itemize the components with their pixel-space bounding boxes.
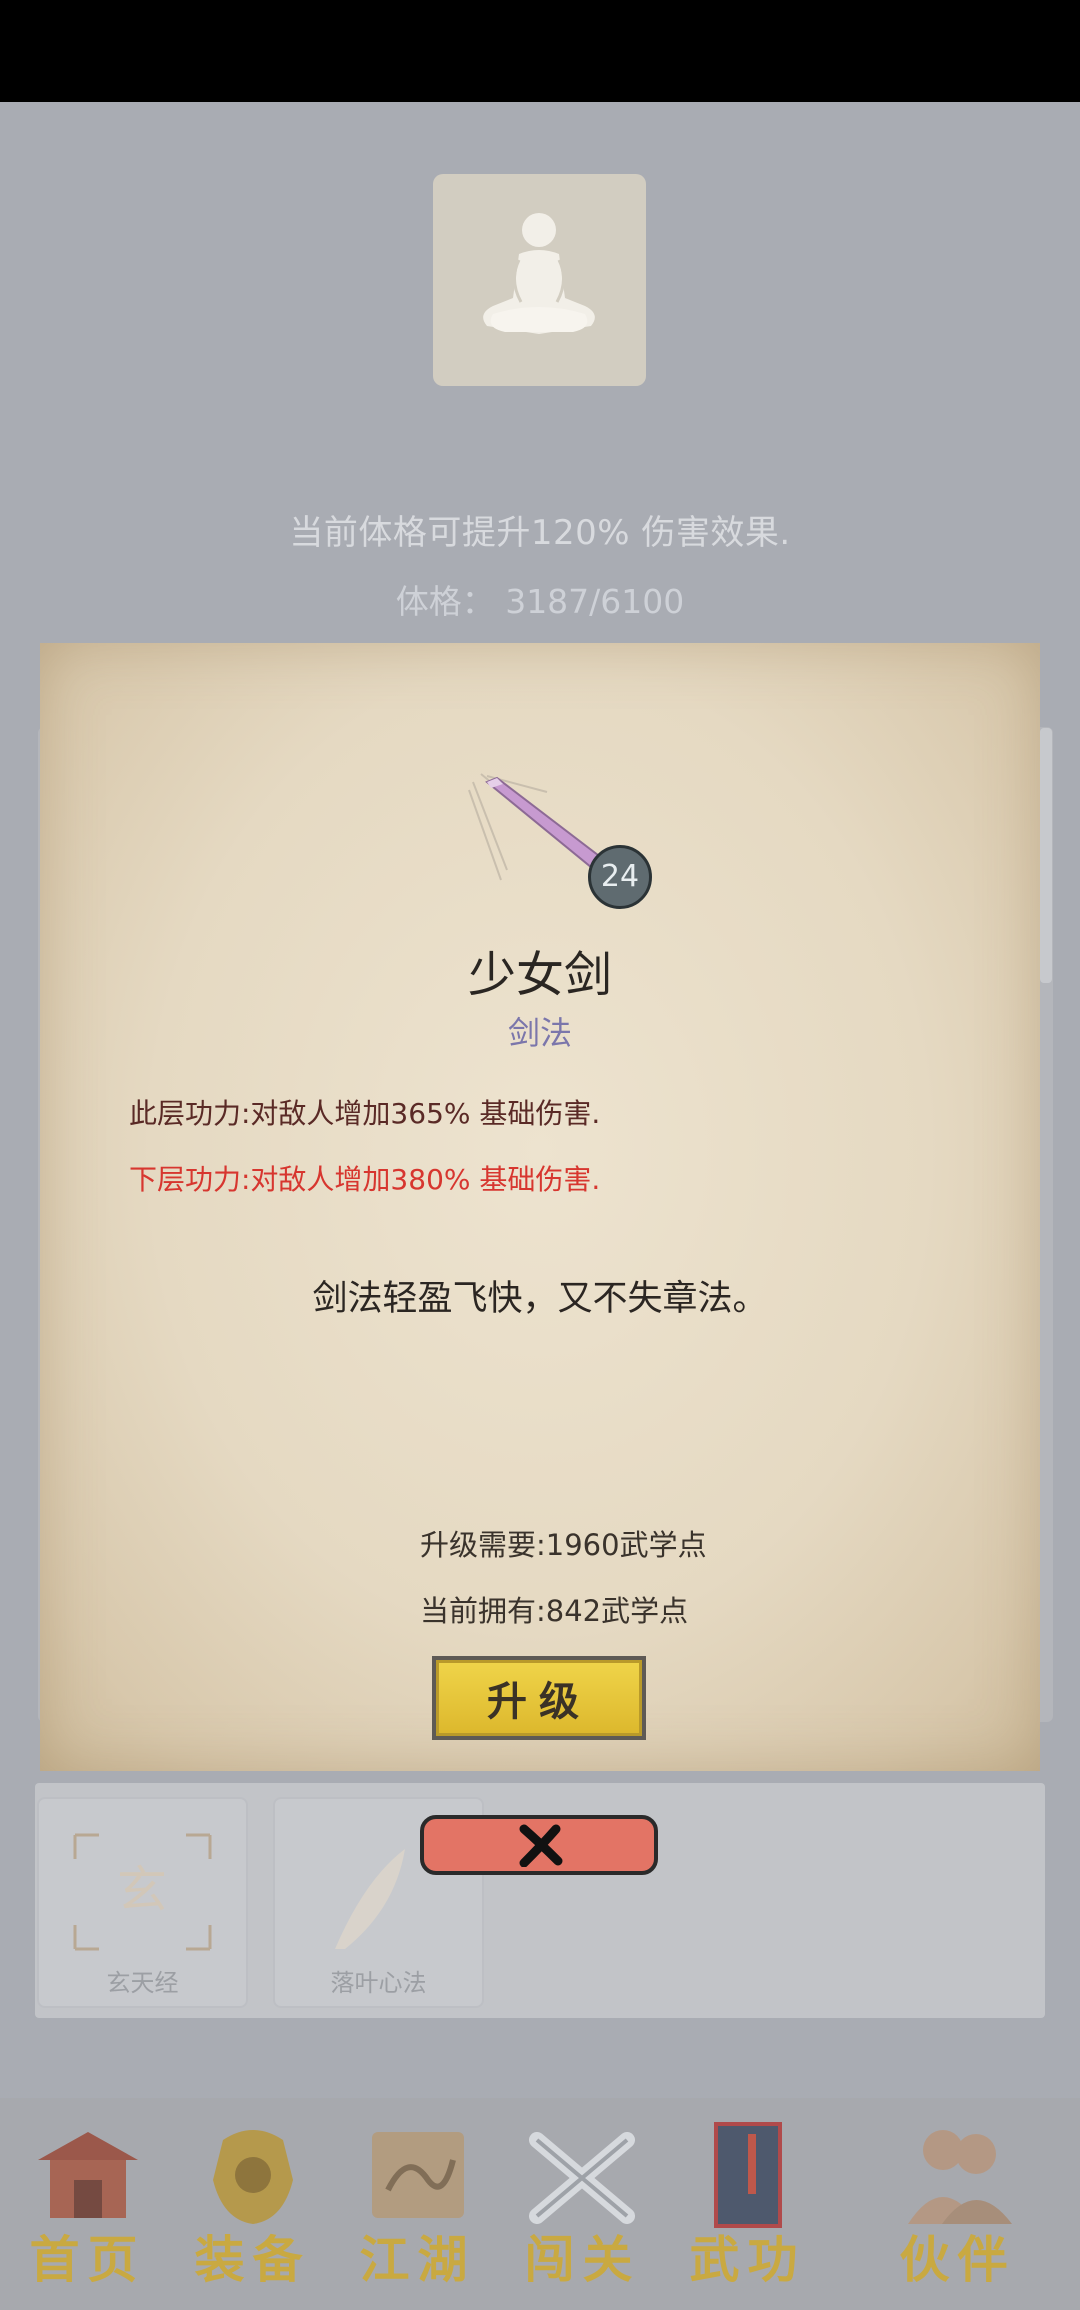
temple-icon — [38, 2132, 138, 2218]
nav-home[interactable]: 首页 — [10, 2120, 165, 2290]
nav-label: 装备 — [194, 2230, 311, 2289]
upgrade-button[interactable]: 升级 — [432, 1656, 646, 1740]
nav-label: 首页 — [29, 2230, 146, 2289]
book-icon — [714, 2122, 782, 2228]
meditation-avatar — [433, 174, 646, 386]
nav-equipment[interactable]: 装备 — [175, 2120, 330, 2290]
skill-description: 剑法轻盈飞快，又不失章法。 — [312, 1279, 768, 1319]
skill-card-label: 落叶心法 — [330, 1969, 427, 1997]
current-level-effect: 此层功力:对敌人增加365% 基础伤害. — [129, 1097, 601, 1130]
close-button[interactable] — [420, 1815, 658, 1875]
crossed-swords-icon — [529, 2132, 635, 2224]
nav-martial-arts[interactable]: 武功 — [670, 2120, 825, 2290]
nav-jianghu[interactable]: 江湖 — [340, 2120, 495, 2290]
nav-label: 伙伴 — [899, 2230, 1016, 2289]
nav-partners[interactable]: 伙伴 — [880, 2120, 1035, 2290]
nav-label: 闯关 — [524, 2230, 641, 2289]
nav-label: 江湖 — [359, 2230, 476, 2289]
nav-challenge[interactable]: 闯关 — [505, 2120, 660, 2290]
close-icon — [519, 1824, 563, 1867]
upgrade-cost-text: 升级需要:1960武学点 — [420, 1528, 707, 1562]
svg-text:玄: 玄 — [117, 1861, 167, 1919]
physique-bonus-text: 当前体格可提升120% 伤害效果. — [289, 513, 791, 553]
scroll-map-icon — [372, 2132, 464, 2218]
skill-level-badge: 24 — [588, 845, 652, 909]
skill-name: 少女剑 — [467, 947, 612, 1003]
armor-icon — [213, 2130, 293, 2224]
status-bar — [0, 0, 1080, 102]
meditation-icon — [483, 213, 595, 334]
next-level-effect: 下层功力:对敌人增加380% 基础伤害. — [129, 1163, 601, 1196]
skill-type: 剑法 — [507, 1014, 572, 1052]
partners-icon — [908, 2130, 1012, 2224]
current-points-text: 当前拥有:842武学点 — [420, 1594, 689, 1628]
skill-card[interactable]: 玄 玄天经 — [37, 1797, 248, 2008]
nav-label: 武功 — [689, 2230, 806, 2289]
skill-card-label: 玄天经 — [106, 1969, 179, 1997]
physique-stat-text: 体格： 3187/6100 — [395, 582, 685, 621]
